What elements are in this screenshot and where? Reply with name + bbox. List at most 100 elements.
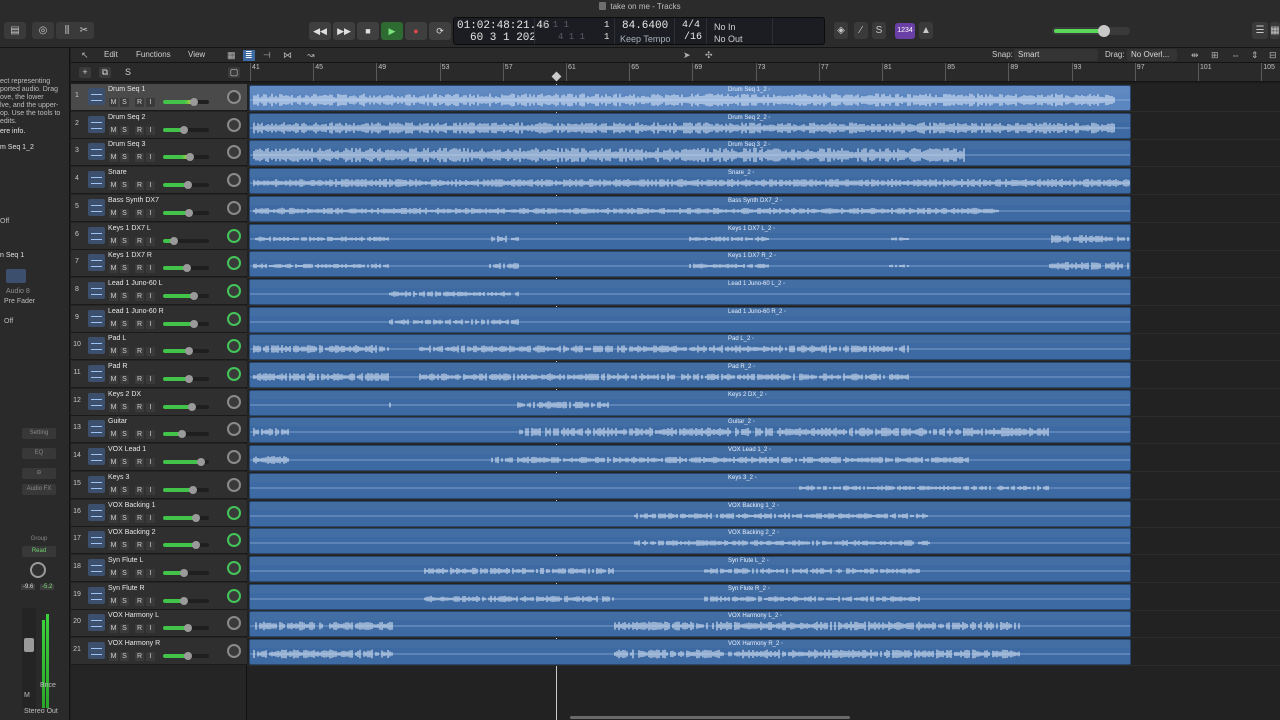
mute-button[interactable]: M (109, 375, 118, 384)
snap-dropdown[interactable]: Smart (1014, 49, 1098, 61)
input-monitor-button[interactable]: I (146, 126, 155, 135)
division[interactable]: /16 (684, 32, 702, 43)
fader-cap[interactable] (24, 638, 34, 652)
audio-region[interactable]: Bass Synth DX7_2 ◦ (249, 196, 1131, 222)
global-tracks-icon[interactable]: ▢ (228, 67, 240, 78)
pan-knob[interactable] (227, 561, 241, 575)
mute-button[interactable]: M (109, 652, 118, 661)
volume-knob[interactable] (190, 292, 198, 300)
edit-menu[interactable]: Edit (104, 50, 118, 59)
record-button[interactable]: ● (405, 22, 427, 40)
record-enable-button[interactable]: R (135, 375, 144, 384)
record-enable-button[interactable]: R (135, 292, 144, 301)
pan-knob[interactable] (227, 201, 241, 215)
automation-read-button[interactable]: Read (22, 546, 56, 557)
track-header[interactable]: 1 Drum Seq 1 M S R I (71, 84, 247, 111)
track-name[interactable]: Syn Flute L (108, 557, 143, 564)
audio-region[interactable]: Snare_2 ◦ (249, 168, 1131, 194)
mute-button[interactable]: M (109, 541, 118, 550)
volume-slider[interactable] (163, 430, 209, 438)
volume-slider[interactable] (163, 403, 209, 411)
track-header[interactable]: 7 Keys 1 DX7 R M S R I (71, 250, 247, 277)
volume-slider[interactable] (163, 98, 209, 106)
record-enable-button[interactable]: R (135, 320, 144, 329)
mute-button[interactable]: M (109, 209, 118, 218)
solo-button[interactable]: S (120, 126, 129, 135)
metronome-icon[interactable]: ▲ (919, 22, 933, 39)
record-enable-button[interactable]: R (135, 98, 144, 107)
audio-region[interactable]: Keys 2 DX_2 ◦ (249, 390, 1131, 416)
input-monitor-button[interactable]: I (146, 98, 155, 107)
track-name[interactable]: Keys 2 DX (108, 391, 141, 398)
track-header[interactable]: 4 Snare M S R I (71, 167, 247, 194)
mute-button[interactable]: M (109, 181, 118, 190)
mute-button[interactable]: M (109, 153, 118, 162)
track-name[interactable]: VOX Harmony L (108, 612, 159, 619)
solo-button[interactable]: S (120, 430, 129, 439)
record-enable-button[interactable]: R (135, 237, 144, 246)
mute-button[interactable]: M (109, 264, 118, 273)
zoom-horizontal-icon[interactable]: ⇹ (1191, 50, 1199, 61)
record-enable-button[interactable]: R (135, 624, 144, 633)
volume-slider[interactable] (163, 320, 209, 328)
input-monitor-button[interactable]: I (146, 264, 155, 273)
track-header[interactable]: 3 Drum Seq 3 M S R I (71, 139, 247, 166)
track-name[interactable]: Lead 1 Juno-60 R (108, 308, 164, 315)
track-name[interactable]: Drum Seq 1 (108, 86, 145, 93)
pan-knob[interactable] (227, 367, 241, 381)
pan-knob[interactable] (30, 562, 46, 578)
solo-button[interactable]: S (120, 347, 129, 356)
fast-forward-button[interactable]: ▶▶ (333, 22, 355, 40)
audio-region[interactable]: Syn Flute R_2 ◦ (249, 584, 1131, 610)
volume-slider[interactable] (163, 292, 209, 300)
mute-button[interactable]: M (109, 237, 118, 246)
master-volume-knob[interactable] (1098, 25, 1111, 37)
back-arrow-icon[interactable]: ↖ (81, 50, 89, 61)
volume-slider[interactable] (163, 514, 209, 522)
zoom-tool-icon[interactable]: ⋈ (283, 50, 292, 61)
audio-region[interactable]: Lead 1 Juno-60 R_2 ◦ (249, 307, 1131, 333)
record-enable-button[interactable]: R (135, 541, 144, 550)
volume-knob[interactable] (184, 652, 192, 660)
notepad-icon[interactable]: ☰ (1252, 22, 1268, 39)
track-header[interactable]: 20 VOX Harmony L M S R I (71, 610, 247, 637)
volume-knob[interactable] (190, 98, 198, 106)
catch-icon[interactable]: ↝ (307, 50, 315, 61)
pre-fader-value[interactable]: Pre Fader (4, 298, 35, 306)
record-enable-button[interactable]: R (135, 569, 144, 578)
volume-knob[interactable] (183, 264, 191, 272)
scissors-icon[interactable]: ✂ (74, 22, 94, 39)
grid-view-icon[interactable]: ▦ (227, 50, 236, 61)
track-header[interactable]: 6 Keys 1 DX7 L M S R I (71, 223, 247, 250)
track-header[interactable]: 2 Drum Seq 2 M S R I (71, 112, 247, 139)
input-monitor-button[interactable]: I (146, 403, 155, 412)
drag-dropdown[interactable]: No Overl... (1127, 49, 1177, 61)
track-header[interactable]: 14 VOX Lead 1 M S R I (71, 444, 247, 471)
volume-slider[interactable] (163, 126, 209, 134)
audio-region[interactable]: Drum Seq 2_2 ◦ (249, 113, 1131, 139)
solo-button[interactable]: S (120, 403, 129, 412)
input-monitor-button[interactable]: I (146, 486, 155, 495)
record-enable-button[interactable]: R (135, 181, 144, 190)
horizontal-scrollbar[interactable] (570, 716, 850, 719)
input-monitor-button[interactable]: I (146, 320, 155, 329)
solo-button[interactable]: S (120, 624, 129, 633)
pan-knob[interactable] (227, 284, 241, 298)
volume-knob[interactable] (184, 181, 192, 189)
volume-knob[interactable] (188, 403, 196, 411)
volume-slider[interactable] (163, 569, 209, 577)
list-editors-icon[interactable]: ◈ (834, 22, 848, 39)
link-icon[interactable]: ⊖ (22, 468, 56, 479)
view-menu[interactable]: View (188, 50, 205, 59)
track-name[interactable]: Drum Seq 3 (108, 141, 145, 148)
track-name[interactable]: Pad L (108, 335, 126, 342)
audio-region[interactable]: Lead 1 Juno-60 L_2 ◦ (249, 279, 1131, 305)
flex-icon[interactable]: ⊣ (263, 50, 271, 61)
region-off-value[interactable]: Off (0, 218, 9, 226)
pan-knob[interactable] (227, 256, 241, 270)
group-button[interactable]: Group (22, 534, 56, 545)
audio-region[interactable]: Drum Seq 3_2 ◦ (249, 140, 1131, 166)
audio-input-label[interactable]: Audio 8 (6, 288, 30, 296)
volume-knob[interactable] (189, 486, 197, 494)
rewind-button[interactable]: ◀◀ (309, 22, 331, 40)
